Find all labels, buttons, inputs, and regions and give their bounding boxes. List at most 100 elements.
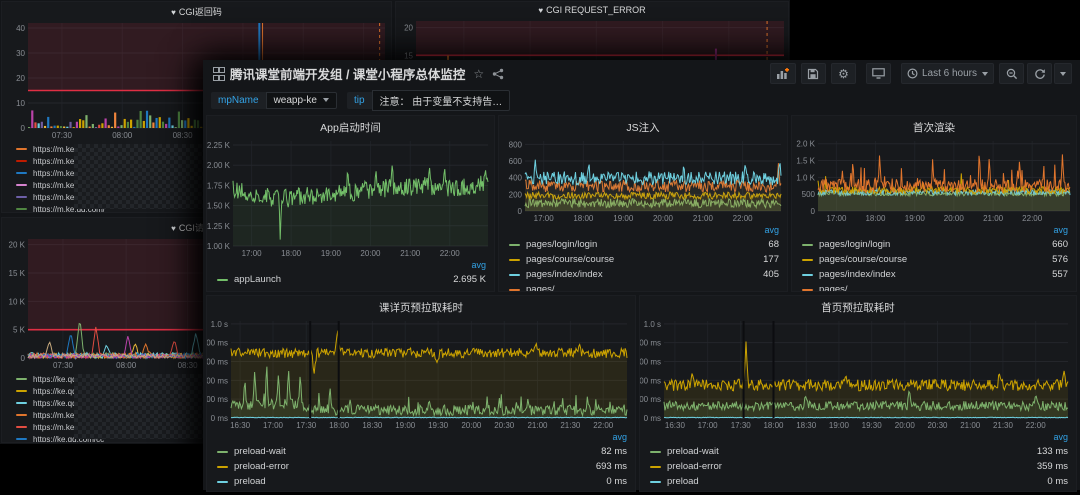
legend-avg-header: avg xyxy=(802,224,1068,237)
x-tick-label: 19:00 xyxy=(905,214,926,223)
series-name: pages/login/login xyxy=(819,239,890,250)
timeseries-chart[interactable]: 17:0018:0019:0020:0021:0022:002.0 K1.5 K… xyxy=(792,135,1076,224)
legend-row[interactable]: preload-error 359 ms xyxy=(650,459,1068,474)
y-tick-label: 400 xyxy=(509,174,523,183)
refresh-interval-picker-button[interactable] xyxy=(1054,63,1072,84)
x-tick-label: 17:30 xyxy=(731,421,752,430)
legend-row[interactable]: appLaunch2.695 K xyxy=(217,272,486,287)
series-avg-value: 82 ms xyxy=(593,446,627,457)
series-avg-value: 177 xyxy=(755,254,779,265)
legend-row[interactable]: pages/index/index405 xyxy=(509,267,779,282)
series-color-dash xyxy=(16,148,27,150)
series-color-dash xyxy=(16,208,27,210)
y-tick-label: 1.50 K xyxy=(207,202,231,211)
timeseries-chart[interactable]: 16:3017:0017:3018:0018:3019:0019:3020:00… xyxy=(640,315,1076,431)
series-name: pages/index/index xyxy=(819,269,896,280)
y-tick-label: 800 ms xyxy=(640,339,661,348)
x-tick-label: 19:00 xyxy=(395,421,416,430)
x-tick-label: 17:00 xyxy=(826,214,847,223)
star-icon[interactable]: ☆ xyxy=(473,67,484,81)
y-tick-label: 600 ms xyxy=(640,357,661,366)
series-name: preload-error xyxy=(234,461,289,472)
legend-row[interactable]: pages/index/index 557 xyxy=(802,267,1068,282)
x-tick-label: 17:30 xyxy=(296,421,317,430)
panel-title[interactable]: App启动时间 xyxy=(207,116,494,135)
y-tick-label: 20 K xyxy=(9,241,26,250)
panel-title[interactable]: JS注入 xyxy=(499,116,787,135)
variable-mpname-label: mpName xyxy=(211,92,266,109)
x-tick-label: 21:00 xyxy=(693,214,714,223)
dashboard-settings-button[interactable]: ⚙ xyxy=(831,63,856,84)
series-color-dash xyxy=(509,289,520,291)
x-tick-label: 19:30 xyxy=(428,421,449,430)
x-tick-label: 18:30 xyxy=(796,421,817,430)
dashboard-title[interactable]: 腾讯课堂前端开发组 / 课堂小程序总体监控 xyxy=(230,64,465,83)
timeseries-chart[interactable]: 16:3017:0017:3018:0018:3019:0019:3020:00… xyxy=(207,315,635,431)
timeseries-chart[interactable]: 17:0018:0019:0020:0021:0022:008006004002… xyxy=(499,135,787,224)
x-tick-label: 16:30 xyxy=(665,421,686,430)
series-color-dash xyxy=(650,451,661,453)
y-tick-label: 1.75 K xyxy=(207,181,231,190)
y-tick-label: 200 xyxy=(509,190,523,199)
y-tick-label: 2.25 K xyxy=(207,141,231,150)
refresh-button[interactable] xyxy=(1027,63,1052,84)
x-tick-label: 19:00 xyxy=(829,421,850,430)
legend-row[interactable]: pages/course/course576 xyxy=(802,252,1068,267)
legend-avg-header: avg xyxy=(217,259,486,272)
panel-title[interactable]: 首页预拉取耗时 xyxy=(640,296,1076,315)
legend-row[interactable]: pages/login/login68 xyxy=(509,237,779,252)
legend-row[interactable]: pages/… xyxy=(509,282,779,291)
timeseries-chart[interactable]: 2015 xyxy=(396,19,788,65)
panel-app-launch-time: App启动时间 17:0018:0019:0020:0021:0022:002.… xyxy=(206,115,495,292)
x-tick-label: 18:00 xyxy=(573,214,594,223)
variable-tip-text[interactable]: 注意： 由于变量不支持告… xyxy=(372,90,511,111)
legend-row[interactable]: preload0 ms xyxy=(650,474,1068,489)
y-tick-label: 800 ms xyxy=(207,339,228,348)
y-tick-label: 800 xyxy=(509,140,523,149)
panel-title[interactable]: 首次渲染 xyxy=(792,116,1076,135)
series-avg-value: 133 ms xyxy=(1029,446,1068,457)
desktop: ♥CGI返回码 07:3008:0008:30403020100 https:/… xyxy=(0,0,1080,494)
series-color-dash xyxy=(217,466,228,468)
y-tick-label: 0 ms xyxy=(644,414,661,423)
legend-row[interactable]: pages/login/login660 xyxy=(802,237,1068,252)
cycle-view-mode-button[interactable] xyxy=(866,63,891,84)
panel-first-render: 首次渲染 17:0018:0019:0020:0021:0022:002.0 K… xyxy=(791,115,1077,292)
series-color-dash xyxy=(16,160,27,162)
y-tick-label: 0 xyxy=(811,207,816,216)
series-avg-value: 693 ms xyxy=(588,461,627,472)
legend-row[interactable]: preload0 ms xyxy=(217,474,627,489)
time-range-picker-button[interactable]: Last 6 hours xyxy=(901,63,994,84)
y-tick-label: 600 ms xyxy=(207,357,228,366)
panel-title[interactable]: ♥CGI返回码 xyxy=(2,2,391,19)
panel-title[interactable]: ♥CGI REQUEST_ERROR xyxy=(396,2,788,19)
x-tick-label: 20:30 xyxy=(494,421,515,430)
x-tick-label: 21:00 xyxy=(960,421,981,430)
series-avg-value: 557 xyxy=(1044,269,1068,280)
legend-row[interactable]: preload-error 693 ms xyxy=(217,459,627,474)
legend-row[interactable]: pages/… xyxy=(802,282,1068,291)
series-name: preload xyxy=(234,476,266,487)
timeseries-chart[interactable]: 17:0018:0019:0020:0021:0022:002.25 K2.00… xyxy=(207,135,494,259)
time-range-label: Last 6 hours xyxy=(922,68,977,79)
series-avg-value: 2.695 K xyxy=(445,274,486,285)
share-icon[interactable] xyxy=(492,68,504,80)
x-tick-label: 20:00 xyxy=(653,214,674,223)
series-avg-value: 359 ms xyxy=(1029,461,1068,472)
save-dashboard-button[interactable] xyxy=(801,63,826,84)
legend-row[interactable]: preload-wait82 ms xyxy=(217,444,627,459)
x-tick-label: 22:00 xyxy=(1026,421,1047,430)
variable-mpname-dropdown[interactable]: weapp-ke xyxy=(266,92,337,109)
y-tick-label: 15 xyxy=(404,51,413,60)
series-name: preload-error xyxy=(667,461,722,472)
x-tick-label: 18:00 xyxy=(763,421,784,430)
legend-row[interactable]: pages/course/course177 xyxy=(509,252,779,267)
legend-row[interactable]: preload-wait133 ms xyxy=(650,444,1068,459)
y-tick-label: 500 xyxy=(802,190,816,199)
panel-add-button[interactable] xyxy=(770,63,796,84)
panel-title[interactable]: 课详页预拉取耗时 xyxy=(207,296,635,315)
series-color-dash xyxy=(509,259,520,261)
series-name: pages/course/course xyxy=(819,254,907,265)
x-tick-label: 22:00 xyxy=(593,421,614,430)
zoom-out-time-button[interactable] xyxy=(999,63,1024,84)
